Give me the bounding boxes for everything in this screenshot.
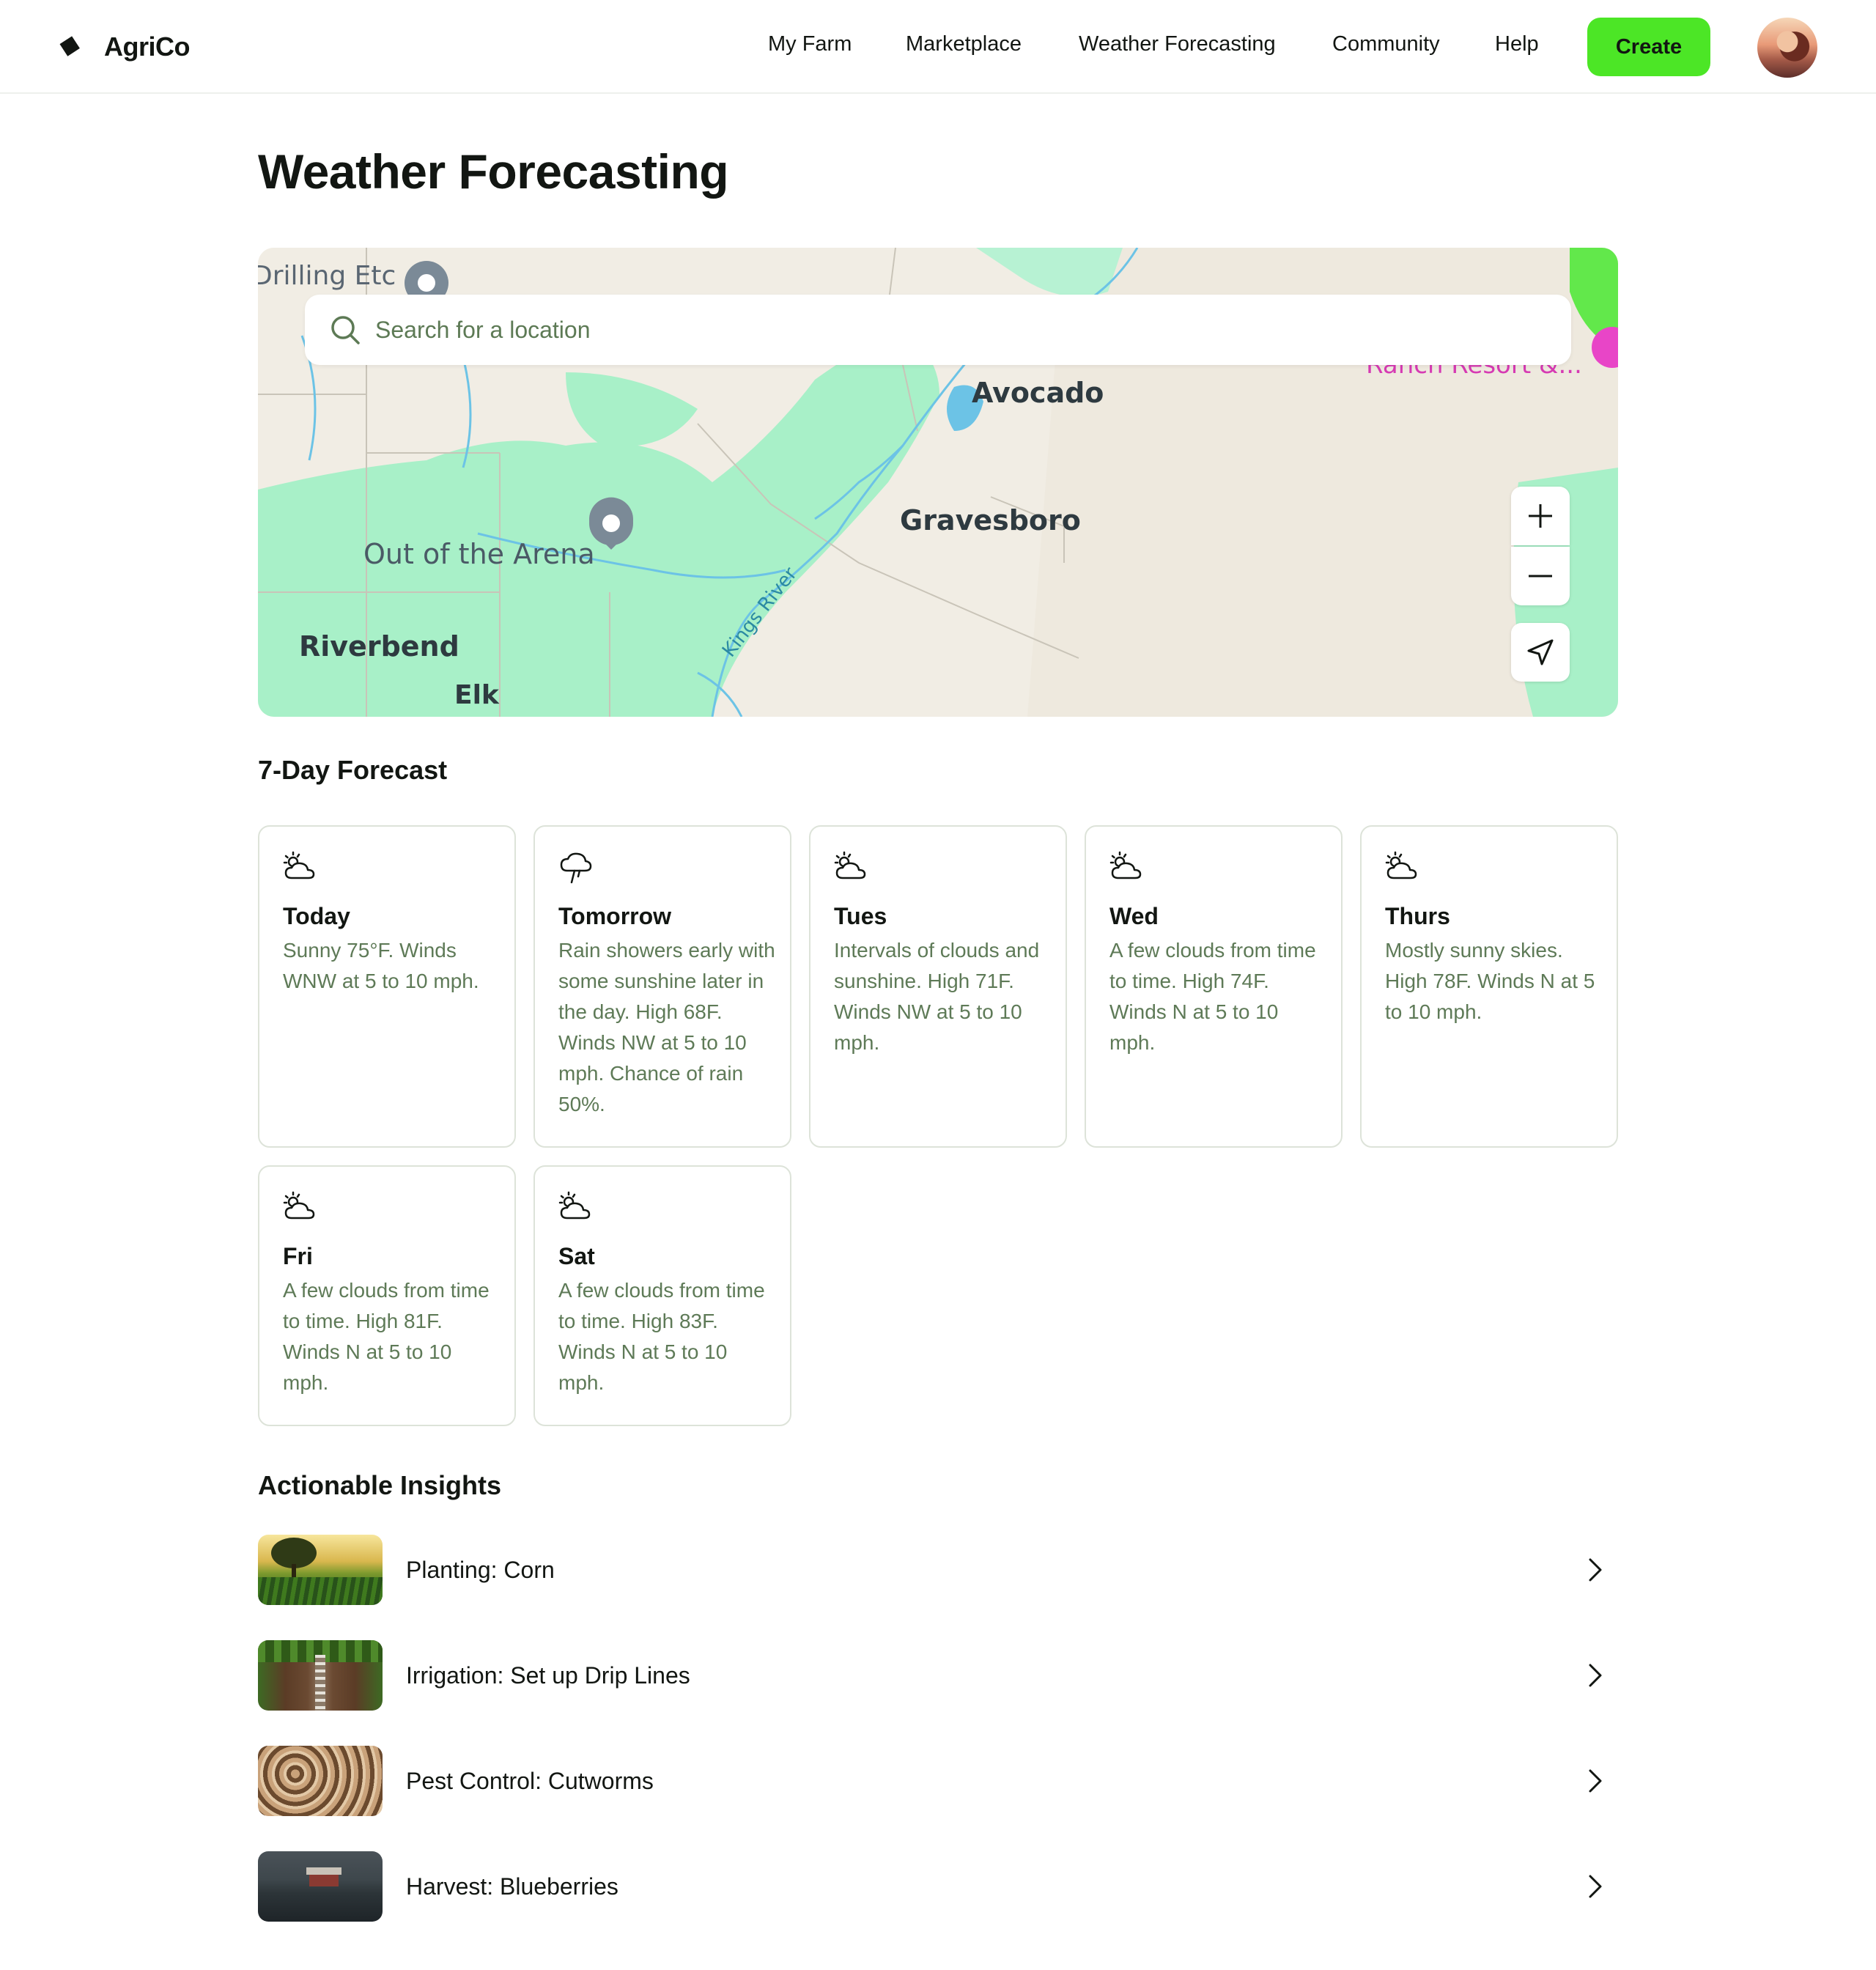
forecast-day: Tues: [834, 903, 887, 929]
zoom-in-button[interactable]: [1511, 487, 1570, 545]
insight-label: Harvest: Blueberries: [406, 1873, 618, 1900]
sun-cloud-icon: [283, 851, 315, 879]
plus-icon: [1529, 504, 1552, 528]
sun-cloud-icon: [1109, 851, 1142, 879]
forecast-description: Mostly sunny skies. High 78F. Winds N at…: [1385, 939, 1595, 1023]
forecast-description: Intervals of clouds and sunshine. High 7…: [834, 939, 1040, 1054]
cloud-rain-icon: [560, 852, 592, 884]
map-label-gravesboro: Gravesboro: [900, 504, 1081, 536]
forecast-description: Rain showers early with some sunshine la…: [558, 939, 775, 1115]
forecast-card-tues[interactable]: Tues Intervals of clouds and sunshine. Hi…: [809, 825, 1067, 1148]
forecast-description: Sunny 75°F. Winds WNW at 5 to 10 mph.: [283, 939, 479, 992]
forecast-card-thurs[interactable]: Thurs Mostly sunny skies. High 78F. Winds…: [1360, 825, 1618, 1148]
map-label-elk: Elk: [454, 680, 499, 710]
forecast-card-sat[interactable]: Sat A few clouds from time to time. High …: [533, 1165, 791, 1426]
forecast-day: Sat: [558, 1243, 595, 1269]
page-title: Weather Forecasting: [258, 144, 729, 199]
forecast-card-wed[interactable]: Wed A few clouds from time to time. High …: [1085, 825, 1343, 1148]
insight-label: Pest Control: Cutworms: [406, 1767, 654, 1794]
nav-community[interactable]: Community: [1332, 32, 1440, 56]
sun-cloud-icon: [834, 851, 866, 879]
forecast-card-fri[interactable]: Fri A few clouds from time to time. High …: [258, 1165, 516, 1426]
search-input[interactable]: [375, 316, 1474, 344]
chevron-right-icon: [1589, 1875, 1602, 1898]
top-nav-bar: AgriCo My Farm Marketplace Weather Forec…: [0, 0, 1876, 94]
create-button[interactable]: Create: [1587, 18, 1710, 76]
search-bar: [305, 295, 1571, 365]
sun-cloud-icon: [283, 1191, 315, 1220]
forecast-card-tomorrow[interactable]: Tomorrow Rain showers early with some sun…: [533, 825, 791, 1148]
chevron-right-icon: [1589, 1664, 1602, 1687]
map-label-arena: Out of the Arena: [363, 538, 595, 570]
chevron-right-icon: [1589, 1769, 1602, 1793]
forecast-day: Thurs: [1385, 903, 1450, 929]
insight-row-planting-corn[interactable]: Planting: Corn: [258, 1535, 1618, 1605]
insight-thumbnail-cutworms: [258, 1746, 383, 1816]
forecast-description: A few clouds from time to time. High 74F…: [1109, 939, 1316, 1054]
sun-cloud-icon: [558, 1191, 591, 1220]
forecast-day: Wed: [1109, 903, 1159, 929]
zoom-out-button[interactable]: [1511, 547, 1570, 605]
insight-row-harvest-blueberries[interactable]: Harvest: Blueberries: [258, 1851, 1618, 1922]
forecast-day: Today: [283, 903, 350, 929]
avatar[interactable]: [1757, 18, 1817, 78]
insight-thumbnail-blueberries: [258, 1851, 383, 1922]
forecast-description: A few clouds from time to time. High 83F…: [558, 1279, 765, 1394]
insight-thumbnail-drip-lines: [258, 1640, 383, 1711]
insights-title: Actionable Insights: [258, 1470, 502, 1500]
search-icon: [331, 316, 360, 344]
insight-row-irrigation[interactable]: Irrigation: Set up Drip Lines: [258, 1640, 1618, 1711]
forecast-day: Fri: [283, 1243, 313, 1269]
nav-my-farm[interactable]: My Farm: [768, 32, 852, 56]
nav-marketplace[interactable]: Marketplace: [906, 32, 1022, 56]
navigation-arrow-icon: [1527, 639, 1554, 665]
chevron-right-icon: [1589, 1558, 1602, 1582]
nav-weather-forecasting[interactable]: Weather Forecasting: [1079, 32, 1276, 56]
insight-label: Irrigation: Set up Drip Lines: [406, 1661, 690, 1689]
map[interactable]: Drilling Etc Ranch Resort &... Avocado G…: [258, 248, 1618, 717]
brand-name: AgriCo: [104, 32, 191, 62]
minus-icon: [1529, 575, 1552, 578]
forecast-description: A few clouds from time to time. High 81F…: [283, 1279, 490, 1394]
brand[interactable]: AgriCo: [57, 26, 191, 67]
insight-row-pest-control[interactable]: Pest Control: Cutworms: [258, 1746, 1618, 1816]
sun-cloud-icon: [1385, 851, 1417, 879]
insight-thumbnail-corn: [258, 1535, 383, 1605]
forecast-title: 7-Day Forecast: [258, 755, 448, 785]
forecast-day: Tomorrow: [558, 903, 672, 929]
brand-logo-icon: [59, 36, 80, 56]
nav-help[interactable]: Help: [1495, 32, 1539, 56]
map-label-drilling: Drilling Etc: [258, 261, 396, 291]
map-label-avocado: Avocado: [972, 377, 1104, 409]
insight-label: Planting: Corn: [406, 1556, 555, 1583]
map-label-riverbend: Riverbend: [299, 630, 459, 663]
forecast-card-today[interactable]: Today Sunny 75°F. Winds WNW at 5 to 10 mp…: [258, 825, 516, 1148]
locate-button[interactable]: [1511, 623, 1570, 682]
